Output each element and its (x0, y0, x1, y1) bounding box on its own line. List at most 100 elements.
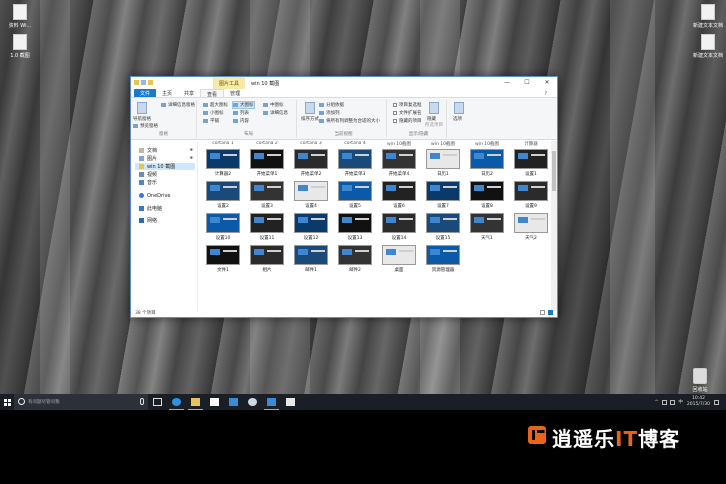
file-thumbnail[interactable] (338, 181, 372, 201)
taskbar-edge[interactable] (167, 394, 186, 410)
file-name-label[interactable]: 邮件2 (333, 267, 377, 273)
nav-item-music[interactable]: 音乐 (139, 179, 157, 186)
options-icon[interactable] (454, 102, 464, 114)
file-name-label[interactable]: 设置15 (421, 235, 465, 241)
desktop-icon[interactable]: 1.0 截图 (0, 34, 40, 59)
file-thumbnail[interactable] (426, 149, 460, 169)
taskbar-mail[interactable] (281, 394, 300, 410)
file-thumbnail[interactable] (338, 149, 372, 169)
large-icons-view-icon[interactable] (548, 310, 553, 315)
file-name-label[interactable]: 天气2 (509, 235, 553, 241)
fit-columns-button[interactable]: 将所有列调整为合适的大小 (319, 118, 380, 124)
help-icon[interactable]: ? (538, 90, 553, 97)
search-box[interactable]: 有问题尽管问我 (14, 394, 148, 410)
picture-tools-tab[interactable]: 图片工具 (213, 77, 246, 89)
add-columns-button[interactable]: 添加列 (319, 110, 340, 116)
file-name-label[interactable]: 计算器2 (201, 171, 245, 177)
file-name-label[interactable]: 设置8 (465, 203, 509, 209)
layout-small-icons[interactable]: 小图标 (203, 110, 224, 116)
layout-large-icons[interactable]: 大图标 (232, 101, 255, 109)
partial-item-label[interactable]: win 10截图 (465, 141, 509, 147)
new-folder-icon[interactable] (148, 80, 153, 85)
close-button[interactable]: ✕ (537, 77, 557, 89)
file-name-label[interactable]: 设置3 (245, 203, 289, 209)
tab-view[interactable]: 查看 (200, 89, 225, 98)
layout-content[interactable]: 内容 (233, 118, 249, 124)
show-hidden-icons[interactable]: ^ (655, 400, 659, 405)
clock[interactable]: 10:42 2015/7/30 (687, 396, 710, 408)
file-thumbnail[interactable] (382, 213, 416, 233)
pin-icon[interactable]: ✱ (190, 155, 193, 160)
file-name-label[interactable]: 文件1 (201, 267, 245, 273)
checkbox[interactable] (393, 102, 397, 107)
file-name-label[interactable]: 开始菜单1 (245, 171, 289, 177)
file-name-label[interactable]: 相片 (245, 267, 289, 273)
vertical-scrollbar[interactable] (551, 141, 557, 311)
file-name-label[interactable]: 设置6 (377, 203, 421, 209)
tab-manage[interactable]: 管理 (224, 89, 246, 97)
file-thumbnail[interactable] (470, 149, 504, 169)
partial-item-label[interactable]: win 10截图 (377, 141, 421, 147)
layout-extra-large-icons[interactable]: 超大图标 (203, 102, 228, 108)
nav-item-win10-screenshots[interactable]: win 10 截图 (135, 163, 195, 170)
file-thumbnail[interactable] (250, 213, 284, 233)
file-thumbnail[interactable] (250, 149, 284, 169)
recycle-bin[interactable]: 回收站 (680, 368, 720, 393)
nav-item-network[interactable]: 网络 (139, 217, 157, 224)
file-name-label[interactable]: 设置12 (289, 235, 333, 241)
file-name-label[interactable]: 设置9 (509, 203, 553, 209)
file-thumbnail[interactable] (294, 245, 328, 265)
layout-details[interactable]: 详细信息 (263, 110, 288, 116)
file-thumbnail[interactable] (294, 181, 328, 201)
nav-item-videos[interactable]: 视频 (139, 171, 157, 178)
properties-icon[interactable] (141, 80, 146, 85)
file-name-label[interactable]: 设置14 (377, 235, 421, 241)
desktop-icon[interactable]: 新建文本文档 (688, 4, 726, 29)
desktop-icon[interactable]: 新建文本文档 (688, 34, 726, 59)
quick-access-toolbar[interactable] (134, 80, 153, 85)
file-name-label[interactable]: 日历1 (421, 171, 465, 177)
file-thumbnail[interactable] (514, 149, 548, 169)
file-thumbnail[interactable] (470, 181, 504, 201)
file-extensions-toggle[interactable]: 文件扩展名 (393, 110, 422, 116)
file-name-label[interactable]: 开始菜单4 (377, 171, 421, 177)
details-pane-button[interactable]: 详细信息窗格 (161, 102, 195, 108)
microphone-icon[interactable] (140, 398, 144, 405)
sort-by-button[interactable]: 排序方式 (301, 116, 319, 122)
file-name-label[interactable]: 设置4 (289, 203, 333, 209)
file-thumbnail[interactable] (250, 245, 284, 265)
file-thumbnail[interactable] (382, 149, 416, 169)
nav-item-onedrive[interactable]: OneDrive (139, 193, 171, 199)
checkbox[interactable] (393, 118, 397, 123)
file-thumbnail[interactable] (382, 181, 416, 201)
item-checkboxes-toggle[interactable]: 项目复选框 (393, 102, 422, 108)
nav-pane-divider[interactable] (197, 141, 198, 311)
file-name-label[interactable]: 设置7 (421, 203, 465, 209)
partial-item-label[interactable]: cortana 3 (289, 141, 333, 146)
file-thumbnail[interactable] (206, 181, 240, 201)
hidden-items-toggle[interactable]: 隐藏的项目 (393, 118, 422, 124)
checkbox[interactable] (393, 110, 397, 115)
file-thumbnail[interactable] (426, 213, 460, 233)
file-thumbnail[interactable] (338, 213, 372, 233)
file-name-label[interactable]: 设置2 (201, 203, 245, 209)
tab-file[interactable]: 文件 (134, 89, 157, 97)
layout-tiles[interactable]: 平铺 (203, 118, 219, 124)
input-language[interactable]: 中 (678, 399, 683, 405)
layout-medium-icons[interactable]: 中图标 (263, 102, 284, 108)
nav-item-pictures[interactable]: 图片 (139, 155, 157, 162)
layout-list[interactable]: 列表 (233, 110, 249, 116)
group-by-button[interactable]: 分组依据 (319, 102, 344, 108)
pin-icon[interactable]: ✱ (190, 147, 193, 152)
file-thumbnail[interactable] (426, 181, 460, 201)
navigation-pane-icon[interactable] (137, 102, 147, 114)
file-name-label[interactable]: 设置10 (201, 235, 245, 241)
nav-item-documents[interactable]: 文档 (139, 147, 157, 154)
file-thumbnail[interactable] (470, 213, 504, 233)
volume-icon[interactable] (670, 399, 676, 405)
file-name-label[interactable]: 设置11 (245, 235, 289, 241)
tab-share[interactable]: 共享 (178, 89, 200, 97)
file-thumbnail[interactable] (382, 245, 416, 265)
file-name-label[interactable]: 日历2 (465, 171, 509, 177)
file-name-label[interactable]: 资源管理器 (421, 267, 465, 273)
